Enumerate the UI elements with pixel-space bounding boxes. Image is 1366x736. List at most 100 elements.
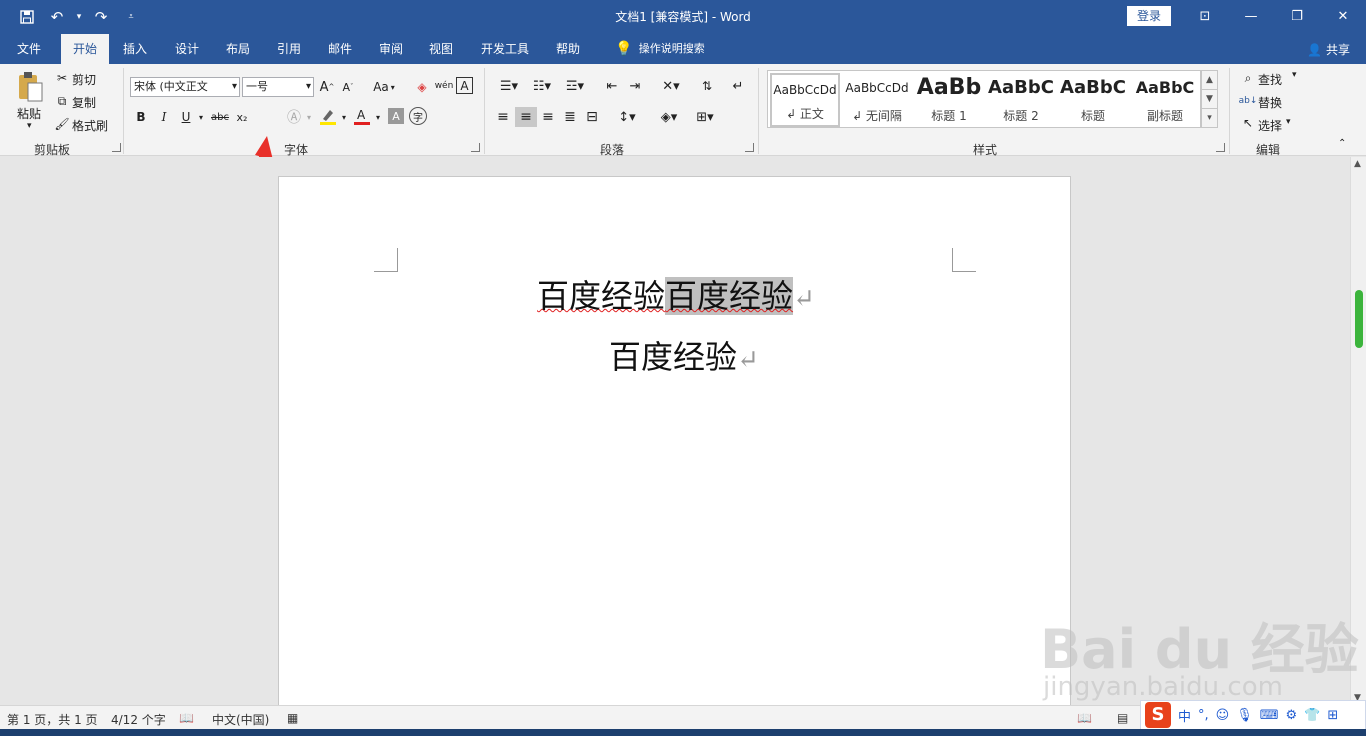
shrink-font-icon[interactable]: Aˇ xyxy=(340,78,356,96)
chinese-layout-icon[interactable]: ✕▾ xyxy=(656,77,686,95)
tab-home[interactable]: 开始 xyxy=(61,34,109,64)
paste-icon[interactable] xyxy=(14,70,46,104)
text-effects-icon[interactable]: Ⓐ xyxy=(285,108,303,126)
clear-formatting-icon[interactable]: ◈ xyxy=(413,78,431,96)
strikethrough-button[interactable]: abc xyxy=(209,108,231,126)
paste-dropdown-icon[interactable]: ▾ xyxy=(27,121,32,131)
justify-icon[interactable]: ≣ xyxy=(561,108,579,126)
login-button[interactable]: 登录 xyxy=(1127,6,1171,26)
collapse-ribbon-icon[interactable]: ⌃ xyxy=(1338,138,1346,149)
replace-icon[interactable]: ab↓ xyxy=(1239,92,1258,110)
tab-review[interactable]: 审阅 xyxy=(368,34,414,64)
close-icon[interactable]: ✕ xyxy=(1320,0,1366,32)
style-heading-2[interactable]: AaBbC 标题 2 xyxy=(986,73,1056,127)
menu-grid-icon[interactable]: ⊞ xyxy=(1327,708,1338,723)
tab-file[interactable]: 文件 xyxy=(4,34,54,64)
multilevel-list-icon[interactable]: ☲▾ xyxy=(560,77,590,95)
punctuation-icon[interactable]: °, xyxy=(1198,708,1209,723)
clipboard-launcher-icon[interactable] xyxy=(112,143,121,152)
underline-dropdown-icon[interactable]: ▾ xyxy=(196,108,206,126)
phonetic-guide-icon[interactable]: wén xyxy=(434,76,454,96)
sort-icon[interactable]: ⇅ xyxy=(697,76,717,96)
grow-font-icon[interactable]: A ^ xyxy=(319,78,335,96)
tab-insert[interactable]: 插入 xyxy=(112,34,158,64)
font-launcher-icon[interactable] xyxy=(471,143,480,152)
chevron-down-icon[interactable]: ▾ xyxy=(1292,70,1297,80)
paragraph-2[interactable]: 百度经验↵ xyxy=(609,332,759,378)
style-heading-1[interactable]: AaBb 标题 1 xyxy=(914,73,984,127)
print-layout-icon[interactable]: ▤ xyxy=(1117,711,1128,725)
gallery-more-icon[interactable]: ▾ xyxy=(1202,109,1217,128)
font-color-icon[interactable]: A xyxy=(352,106,372,126)
scroll-thumb[interactable] xyxy=(1355,290,1363,348)
share-button[interactable]: 👤 共享 xyxy=(1307,41,1350,58)
tab-references[interactable]: 引用 xyxy=(266,34,312,64)
select-cursor-icon[interactable]: ↖ xyxy=(1240,115,1256,131)
keyboard-icon[interactable]: ⌨ xyxy=(1260,708,1279,723)
increase-indent-icon[interactable]: ⇥ xyxy=(625,77,645,95)
show-marks-icon[interactable]: ↵ xyxy=(730,76,746,96)
enclose-characters-icon[interactable]: 字 xyxy=(409,107,427,125)
line-spacing-icon[interactable]: ↕▾ xyxy=(612,108,642,126)
read-mode-icon[interactable]: 📖 xyxy=(1077,711,1092,725)
tab-mailings[interactable]: 邮件 xyxy=(317,34,363,64)
maximize-icon[interactable]: ❐ xyxy=(1274,0,1320,32)
microphone-icon[interactable]: 🎙 xyxy=(1236,708,1253,723)
chevron-down-icon[interactable]: ▾ xyxy=(373,108,383,126)
style-subtitle[interactable]: AaBbC 副标题 xyxy=(1130,73,1200,127)
borders-icon[interactable]: ⊞▾ xyxy=(690,108,720,126)
bold-button[interactable]: B xyxy=(133,108,149,126)
proofing-icon[interactable]: 📖 xyxy=(179,711,194,725)
toolbox-icon[interactable]: ⚙ xyxy=(1286,708,1298,723)
word-count[interactable]: 4/12 个字 xyxy=(111,711,166,728)
align-left-icon[interactable]: ≡ xyxy=(494,108,512,126)
emoji-icon[interactable]: ☺ xyxy=(1216,708,1230,723)
gallery-up-icon[interactable]: ▲ xyxy=(1202,71,1217,90)
paste-label[interactable]: 粘贴 xyxy=(17,105,41,122)
chevron-down-icon[interactable]: ▾ xyxy=(339,108,349,126)
chevron-down-icon[interactable]: ▾ xyxy=(1286,117,1291,127)
styles-launcher-icon[interactable] xyxy=(1216,143,1225,152)
ime-mode[interactable]: 中 xyxy=(1178,706,1191,725)
decrease-indent-icon[interactable]: ⇤ xyxy=(602,77,622,95)
distributed-icon[interactable]: ⊟ xyxy=(583,108,601,126)
style-no-spacing[interactable]: AaBbCcDd ↲ 无间隔 xyxy=(842,73,912,127)
macro-icon[interactable]: ▦ xyxy=(287,711,298,725)
replace-button[interactable]: 替换 xyxy=(1258,94,1282,111)
document-page[interactable]: 百度经验百度经验↵ 百度经验↵ xyxy=(278,176,1071,705)
tab-developer[interactable]: 开发工具 xyxy=(470,34,540,64)
tell-me-search[interactable]: 💡 操作说明搜索 xyxy=(605,34,715,64)
find-button[interactable]: 查找 xyxy=(1258,71,1282,88)
skin-icon[interactable]: 👕 xyxy=(1304,708,1320,723)
tab-design[interactable]: 设计 xyxy=(164,34,210,64)
underline-button[interactable]: U xyxy=(178,108,194,126)
sogou-logo-icon[interactable]: S xyxy=(1145,702,1171,728)
gallery-down-icon[interactable]: ▼ xyxy=(1202,90,1217,109)
tab-help[interactable]: 帮助 xyxy=(545,34,591,64)
minimize-icon[interactable]: — xyxy=(1228,0,1274,32)
style-title[interactable]: AaBbC 标题 xyxy=(1058,73,1128,127)
page-count[interactable]: 第 1 页，共 1 页 xyxy=(7,711,98,728)
copy-icon[interactable]: ⧉ xyxy=(54,93,70,109)
font-size-combo[interactable]: 一号 ▾ xyxy=(242,77,314,97)
format-painter-button[interactable]: 格式刷 xyxy=(72,117,108,134)
tab-view[interactable]: 视图 xyxy=(418,34,464,64)
tab-layout[interactable]: 布局 xyxy=(215,34,261,64)
bullets-icon[interactable]: ☰▾ xyxy=(494,77,524,95)
highlight-color-icon[interactable] xyxy=(318,106,338,126)
numbering-icon[interactable]: ☷▾ xyxy=(527,77,557,95)
align-center-icon[interactable]: ≡ xyxy=(515,107,537,127)
language-indicator[interactable]: 中文(中国) xyxy=(212,711,269,728)
align-right-icon[interactable]: ≡ xyxy=(539,108,557,126)
copy-button[interactable]: 复制 xyxy=(72,94,96,111)
chevron-down-icon[interactable]: ▾ xyxy=(304,108,314,126)
shading-icon[interactable]: ◈▾ xyxy=(654,108,684,126)
subscript-button[interactable]: x₂ xyxy=(233,108,251,126)
paragraph-1[interactable]: 百度经验百度经验↵ xyxy=(537,271,815,317)
find-icon[interactable]: ⌕ xyxy=(1240,70,1256,86)
character-shading-icon[interactable]: A xyxy=(388,108,404,124)
italic-button[interactable]: I xyxy=(156,108,172,126)
style-normal[interactable]: AaBbCcDd ↲ 正文 xyxy=(770,73,840,127)
character-border-icon[interactable]: A xyxy=(456,77,473,94)
font-name-combo[interactable]: 宋体 (中文正文 ▾ xyxy=(130,77,240,97)
